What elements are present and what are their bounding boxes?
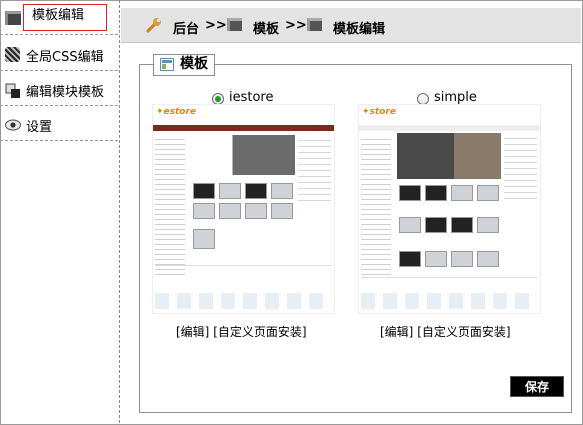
breadcrumb-item-template[interactable]: 模板 bbox=[253, 18, 279, 37]
panel-legend: 模板 bbox=[153, 54, 215, 76]
sidebar-item-label: 设置 bbox=[26, 120, 53, 135]
breadcrumb-item-admin[interactable]: 后台 bbox=[173, 18, 199, 37]
css-icon bbox=[5, 47, 20, 62]
breadcrumb-square-icon bbox=[227, 18, 242, 31]
module-icon bbox=[5, 83, 21, 99]
template-preview-iestore[interactable]: ✦estore bbox=[152, 104, 335, 314]
wrench-icon bbox=[145, 16, 163, 34]
breadcrumb: 后台 >> 模板 >> 模板编辑 bbox=[121, 8, 581, 43]
install-link[interactable]: [自定义页面安装] bbox=[213, 325, 306, 339]
install-link[interactable]: [自定义页面安装] bbox=[417, 325, 510, 339]
sidebar: 模板编辑 全局CSS编辑 编辑模块模板 设置 bbox=[0, 0, 120, 423]
breadcrumb-separator: >> bbox=[285, 18, 307, 33]
template-name: simple bbox=[434, 90, 477, 105]
template-name: iestore bbox=[229, 90, 274, 105]
template-actions: [编辑] [自定义页面安装] bbox=[380, 323, 511, 340]
template-preview-simple[interactable]: ✦store bbox=[358, 104, 541, 314]
store-logo-icon: ✦store bbox=[362, 107, 396, 117]
sidebar-item-settings[interactable]: 设置 bbox=[0, 106, 118, 141]
template-icon bbox=[5, 11, 21, 25]
template-actions: [编辑] [自定义页面安装] bbox=[176, 323, 307, 340]
panel-legend-label: 模板 bbox=[180, 56, 208, 72]
sidebar-item-label: 全局CSS编辑 bbox=[26, 50, 104, 65]
breadcrumb-square-icon bbox=[307, 18, 322, 31]
edit-link[interactable]: [编辑] bbox=[380, 325, 413, 339]
sidebar-item-label: 编辑模块模板 bbox=[26, 85, 105, 100]
window-icon bbox=[160, 58, 174, 71]
save-button[interactable]: 保存 bbox=[510, 376, 564, 397]
sidebar-item-global-css[interactable]: 全局CSS编辑 bbox=[0, 36, 118, 71]
eye-icon bbox=[5, 119, 21, 131]
sidebar-item-label: 模板编辑 bbox=[23, 4, 107, 31]
sidebar-item-template-edit[interactable]: 模板编辑 bbox=[0, 0, 118, 35]
store-logo-icon: ✦estore bbox=[156, 107, 197, 117]
edit-link[interactable]: [编辑] bbox=[176, 325, 209, 339]
breadcrumb-item-template-edit: 模板编辑 bbox=[333, 22, 386, 37]
sidebar-item-module-template[interactable]: 编辑模块模板 bbox=[0, 71, 118, 106]
breadcrumb-separator: >> bbox=[205, 18, 227, 33]
